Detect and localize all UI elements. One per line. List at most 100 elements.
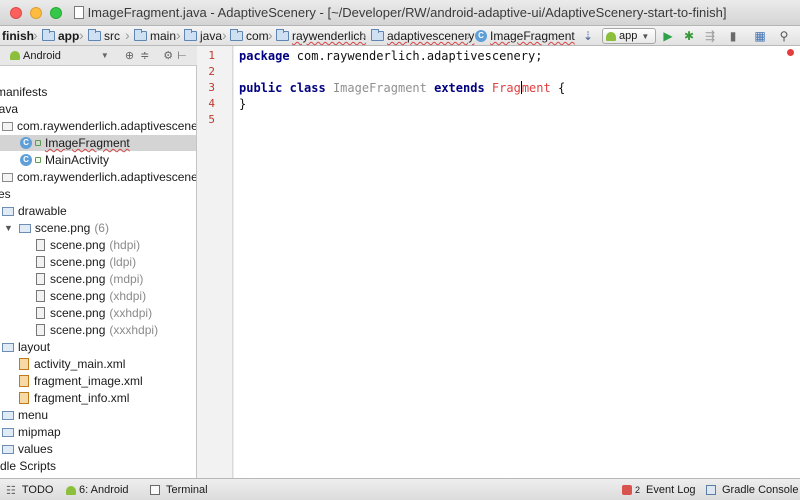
breadcrumb-main[interactable]: main xyxy=(134,28,176,44)
image-file-icon xyxy=(36,290,45,302)
tree-item-label: mipmap xyxy=(18,425,61,439)
code-token: { xyxy=(550,81,566,95)
chevron-down-icon[interactable]: ▼ xyxy=(101,51,109,60)
code-line-4: } xyxy=(239,96,246,112)
chevron-right-icon: › xyxy=(79,27,84,43)
folder-icon xyxy=(2,206,14,216)
tree-item-note: (6) xyxy=(94,221,109,235)
tree-item-scene-ldpi[interactable]: scene.png (ldpi) xyxy=(36,254,136,270)
line-number: 3 xyxy=(208,81,215,94)
chevron-right-icon: › xyxy=(222,27,227,43)
tree-item-scene-xxxhdpi[interactable]: scene.png (xxxhdpi) xyxy=(36,322,158,338)
tree-item-label: values xyxy=(18,442,53,456)
tree-item-res[interactable]: res xyxy=(0,186,11,202)
tree-item-scene-group[interactable]: ▼ scene.png (6) xyxy=(4,220,109,236)
folder-icon xyxy=(2,342,14,352)
tree-item-label: layout xyxy=(18,340,51,354)
breadcrumb-src[interactable]: src xyxy=(88,28,120,44)
keyword-token: class xyxy=(289,81,326,95)
tree-item-scene-hdpi[interactable]: scene.png (hdpi) xyxy=(36,237,140,253)
folder-icon xyxy=(134,29,147,41)
folder-icon xyxy=(371,29,384,41)
tree-item-scene-xhdpi[interactable]: scene.png (xhdpi) xyxy=(36,288,146,304)
search-icon[interactable]: ⚲ xyxy=(776,28,792,44)
tree-item-mipmap[interactable]: mipmap xyxy=(2,424,61,440)
class-name-token: ImageFragment xyxy=(332,81,427,95)
project-view-header: Android ▼ ⊕ ≑ ⚙ ⊢ xyxy=(0,46,197,66)
project-view-mode[interactable]: Android xyxy=(23,50,61,62)
terminal-tab[interactable]: Terminal xyxy=(150,483,208,497)
breadcrumb-label: raywenderlich xyxy=(292,29,367,43)
todo-tab[interactable]: ☷ TODO xyxy=(6,483,53,497)
tree-item-menu[interactable]: menu xyxy=(2,407,48,423)
tree-item-fragment-info-xml[interactable]: fragment_info.xml xyxy=(19,390,129,406)
todo-icon: ☷ xyxy=(6,484,16,497)
tab-label: Gradle Console xyxy=(722,484,799,496)
keyword-token: public xyxy=(239,81,283,95)
breadcrumb-adaptivescenery[interactable]: adaptivescenery xyxy=(371,28,474,44)
debug-icon[interactable]: ✱ xyxy=(681,28,697,44)
tree-item-note: (xxxhdpi) xyxy=(109,323,159,337)
tree-item-manifests[interactable]: manifests xyxy=(0,84,47,100)
tree-item-drawable[interactable]: drawable xyxy=(2,203,67,219)
xml-file-icon xyxy=(19,375,29,387)
breadcrumb-java[interactable]: java xyxy=(184,28,222,44)
expand-arrow-icon[interactable]: ▼ xyxy=(4,220,13,236)
hide-panel-icon[interactable]: ⊢ xyxy=(177,49,187,62)
gear-icon[interactable]: ⚙ xyxy=(163,49,173,62)
breadcrumb-finish[interactable]: finish xyxy=(2,28,34,44)
tree-item-layout[interactable]: layout xyxy=(2,339,50,355)
folder-icon xyxy=(184,29,197,41)
collapse-all-icon[interactable]: ≑ xyxy=(140,49,149,62)
code-editor[interactable]: package com.raywenderlich.adaptivescener… xyxy=(234,46,800,478)
breadcrumb-label: adaptivescenery xyxy=(387,29,475,43)
line-number: 4 xyxy=(208,97,215,110)
tree-item-package[interactable]: com.raywenderlich.adaptivescenery xyxy=(2,169,196,185)
android-icon xyxy=(606,31,616,41)
tree-item-imagefragment[interactable]: C ImageFragment xyxy=(0,135,196,151)
tree-item-label: com.raywenderlich.adaptivescenery xyxy=(17,119,197,133)
tree-item-label: fragment_image.xml xyxy=(34,374,143,388)
android-tab[interactable]: 6: Android xyxy=(66,483,129,497)
tree-item-scene-xxhdpi[interactable]: scene.png (xxhdpi) xyxy=(36,305,152,321)
tree-item-mainactivity[interactable]: C MainActivity xyxy=(20,152,109,168)
tree-item-note: (xhdpi) xyxy=(109,289,147,303)
tree-item-label: scene.png xyxy=(50,323,106,337)
scroll-from-source-icon[interactable]: ⊕ xyxy=(125,49,134,62)
make-project-icon[interactable]: ⇣ xyxy=(580,28,596,44)
tree-item-fragment-image-xml[interactable]: fragment_image.xml xyxy=(19,373,143,389)
run-config-select[interactable]: app ▼ xyxy=(602,28,656,44)
tree-item-scene-mdpi[interactable]: scene.png (mdpi) xyxy=(36,271,143,287)
console-icon xyxy=(706,485,716,495)
xml-file-icon xyxy=(19,358,29,370)
event-count-badge: 2 xyxy=(635,485,641,495)
terminal-icon xyxy=(150,485,160,495)
run-icon[interactable]: ▶ xyxy=(660,28,676,44)
tree-item-activity-main-xml[interactable]: activity_main.xml xyxy=(19,356,125,372)
error-indicator-icon[interactable] xyxy=(787,49,794,56)
project-structure-icon[interactable]: ▦ xyxy=(752,28,768,44)
tab-label: 6: Android xyxy=(79,484,129,496)
tree-item-package[interactable]: com.raywenderlich.adaptivescenery xyxy=(2,118,197,134)
window-title-container: ImageFragment.java - AdaptiveScenery - [… xyxy=(0,5,800,20)
code-token: com.raywenderlich.adaptivescenery; xyxy=(289,49,543,63)
breadcrumb-raywenderlich[interactable]: raywenderlich xyxy=(276,28,366,44)
gradle-console-tab[interactable]: Gradle Console xyxy=(706,483,798,497)
tree-item-values[interactable]: values xyxy=(2,441,53,457)
lock-icon xyxy=(35,157,41,163)
event-log-tab[interactable]: 2 Event Log xyxy=(622,483,696,497)
tree-item-java[interactable]: java xyxy=(0,101,18,117)
line-number: 2 xyxy=(208,65,215,78)
error-token: ment xyxy=(521,81,551,95)
tree-item-gradle-scripts[interactable]: Gradle Scripts xyxy=(0,458,56,474)
attach-debugger-icon[interactable]: ⇶ xyxy=(702,28,718,44)
breadcrumb-app[interactable]: app xyxy=(42,28,79,44)
device-monitor-icon[interactable]: ▮ xyxy=(725,28,741,44)
xml-file-icon xyxy=(19,392,29,404)
folder-icon xyxy=(2,427,14,437)
breadcrumb-imagefragment[interactable]: C ImageFragment xyxy=(475,28,575,44)
breadcrumb-label: main xyxy=(150,29,177,43)
android-icon xyxy=(10,51,20,60)
code-line-3: public class ImageFragment extends Fragm… xyxy=(239,80,565,96)
breadcrumb-com[interactable]: com xyxy=(230,28,269,44)
